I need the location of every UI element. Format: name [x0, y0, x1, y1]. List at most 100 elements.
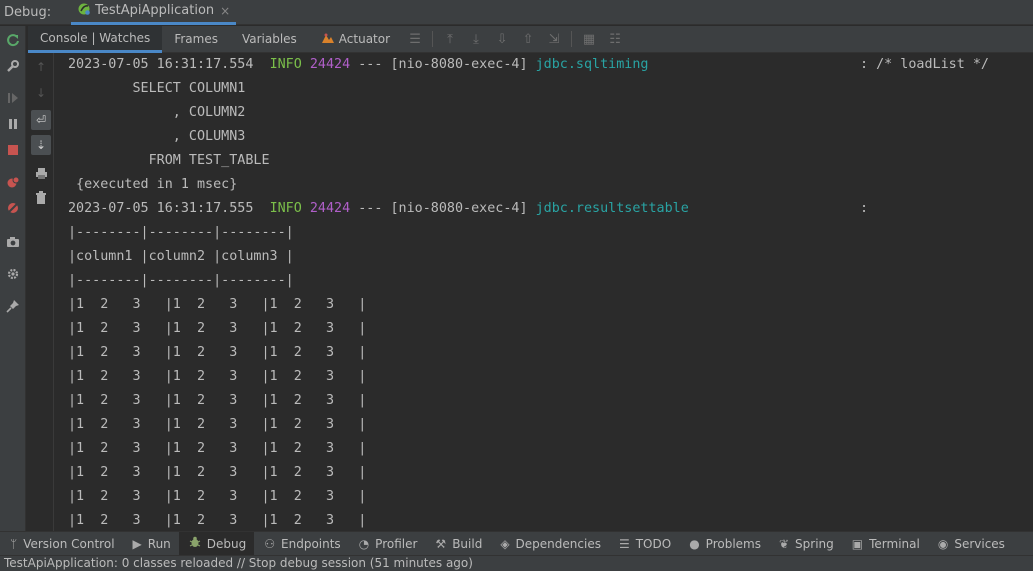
tool-build[interactable]: ⚒ Build — [425, 532, 490, 556]
spring-leaf-icon: ❦ — [778, 536, 790, 551]
tool-label: TODO — [635, 536, 672, 551]
tab-console-watches[interactable]: Console | Watches — [28, 25, 163, 53]
tool-services[interactable]: ◉ Services — [928, 532, 1013, 556]
log-timestamp: 2023-07-05 16:31:17.554 — [68, 57, 254, 72]
endpoints-icon: ⚇ — [264, 536, 276, 551]
close-icon[interactable]: × — [220, 4, 230, 18]
trace-icon[interactable]: ☷ — [602, 26, 628, 53]
log-line: {executed in 1 msec} — [68, 177, 238, 192]
layers-icon: ◈ — [500, 536, 510, 551]
soft-wrap-icon[interactable]: ⏎ — [31, 110, 51, 130]
tool-todo[interactable]: ☰ TODO — [609, 532, 679, 556]
log-level: INFO — [269, 57, 302, 72]
tab-label: Variables — [241, 32, 297, 46]
show-execution-point-icon[interactable]: ⤒ — [437, 26, 463, 53]
tool-terminal[interactable]: ▣ Terminal — [842, 532, 928, 556]
debug-header-bar: Debug: TestApiApplication × — [0, 0, 1033, 25]
result-row: |1 2 3 |1 2 3 |1 2 3 | — [68, 513, 367, 528]
pin-icon[interactable] — [3, 296, 23, 316]
tab-actuator[interactable]: Actuator — [309, 26, 402, 53]
result-row: |1 2 3 |1 2 3 |1 2 3 | — [68, 321, 367, 336]
tool-label: Endpoints — [281, 536, 341, 551]
debug-left-toolbar — [0, 26, 26, 531]
arrow-up-icon[interactable]: ↑ — [31, 57, 51, 77]
terminal-icon: ▣ — [851, 536, 864, 551]
log-line: , COLUMN3 — [68, 129, 246, 144]
tool-label: Spring — [795, 536, 834, 551]
mute-breakpoints-icon[interactable] — [3, 198, 23, 218]
log-message: : — [860, 201, 869, 216]
tab-label: Actuator — [338, 32, 391, 46]
resume-icon[interactable] — [3, 88, 23, 108]
tool-label: Services — [954, 536, 1005, 551]
result-row: |1 2 3 |1 2 3 |1 2 3 | — [68, 393, 367, 408]
log-pid: 24424 — [309, 201, 351, 216]
debug-session-label: TestApiApplication — [95, 3, 215, 18]
result-row: |1 2 3 |1 2 3 |1 2 3 | — [68, 465, 367, 480]
tool-spring[interactable]: ❦ Spring — [769, 532, 842, 556]
step-out-icon[interactable]: ⇧ — [515, 26, 541, 53]
arrow-down-icon[interactable]: ↓ — [31, 83, 51, 103]
log-line: , COLUMN2 — [68, 105, 246, 120]
log-logger: jdbc.sqltiming — [535, 57, 649, 72]
log-logger: jdbc.resultsettable — [535, 201, 689, 216]
debugger-tabs-bar: Console | Watches Frames Variables Actua… — [28, 25, 1033, 53]
tool-label: Profiler — [375, 536, 418, 551]
log-thread: --- [nio-8080-exec-4] — [358, 201, 528, 216]
list-icon: ☰ — [618, 536, 630, 551]
camera-icon[interactable] — [3, 232, 23, 252]
tool-label: Dependencies — [515, 536, 601, 551]
scroll-to-end-icon[interactable]: ⇣ — [31, 135, 51, 155]
log-message: : /* loadList */ — [860, 57, 989, 72]
tool-label: Version Control — [23, 536, 115, 551]
tool-problems[interactable]: ● Problems — [679, 532, 769, 556]
result-row: |1 2 3 |1 2 3 |1 2 3 | — [68, 417, 367, 432]
gear-icon[interactable] — [3, 264, 23, 284]
hammer-icon: ⚒ — [435, 536, 447, 551]
debug-session-tab[interactable]: TestApiApplication × — [71, 0, 237, 25]
debug-label: Debug: — [4, 4, 52, 20]
tool-run[interactable]: ▶ Run — [123, 532, 179, 556]
trash-icon[interactable] — [31, 187, 51, 207]
log-line: 2023-07-05 16:31:17.555 INFO 24424 --- [… — [68, 197, 868, 221]
tool-label: Terminal — [869, 536, 920, 551]
log-line: SELECT COLUMN1 — [68, 81, 246, 96]
toolbar-separator — [571, 31, 573, 47]
tool-version-control[interactable]: ᛘ Version Control — [0, 532, 123, 556]
play-icon: ▶ — [132, 536, 142, 551]
log-line: |--------|--------|--------| — [68, 273, 294, 288]
tool-profiler[interactable]: ◔ Profiler — [349, 532, 426, 556]
tool-label: Problems — [705, 536, 761, 551]
info-icon: ● — [689, 536, 700, 551]
result-row: |1 2 3 |1 2 3 |1 2 3 | — [68, 489, 367, 504]
result-row: |1 2 3 |1 2 3 |1 2 3 | — [68, 369, 367, 384]
step-into-icon[interactable]: ⇩ — [489, 26, 515, 53]
bug-icon — [189, 536, 201, 551]
tool-debug[interactable]: Debug — [178, 531, 255, 556]
evaluate-icon[interactable]: ▦ — [576, 26, 602, 53]
print-icon[interactable] — [31, 163, 51, 183]
menu-icon[interactable]: ☰ — [402, 26, 428, 53]
rerun-icon[interactable] — [3, 30, 23, 50]
wrench-icon[interactable] — [3, 56, 23, 76]
stop-icon[interactable] — [3, 140, 23, 160]
result-row: |1 2 3 |1 2 3 |1 2 3 | — [68, 297, 367, 312]
tool-endpoints[interactable]: ⚇ Endpoints — [254, 532, 348, 556]
pause-icon[interactable] — [3, 114, 23, 134]
tool-dependencies[interactable]: ◈ Dependencies — [490, 532, 609, 556]
step-over-icon[interactable]: ⤓ — [463, 26, 489, 53]
spring-boot-icon — [77, 2, 91, 20]
tab-label: Frames — [174, 32, 218, 46]
toolbar-separator — [432, 31, 434, 47]
console-output[interactable]: 2023-07-05 16:31:17.554 INFO 24424 --- [… — [56, 53, 1033, 531]
run-to-cursor-icon[interactable]: ⇲ — [541, 26, 567, 53]
log-line: FROM TEST_TABLE — [68, 153, 270, 168]
log-thread: --- [nio-8080-exec-4] — [358, 57, 528, 72]
tab-variables[interactable]: Variables — [230, 26, 309, 53]
tab-frames[interactable]: Frames — [162, 26, 230, 53]
console-side-toolbar: ↑ ↓ ⏎ ⇣ — [28, 53, 54, 531]
services-icon: ◉ — [937, 536, 949, 551]
view-breakpoints-icon[interactable] — [3, 172, 23, 192]
log-line: |--------|--------|--------| — [68, 225, 294, 240]
tool-window-bar: ᛘ Version Control ▶ Run Debug ⚇ Endpoint… — [0, 531, 1033, 556]
